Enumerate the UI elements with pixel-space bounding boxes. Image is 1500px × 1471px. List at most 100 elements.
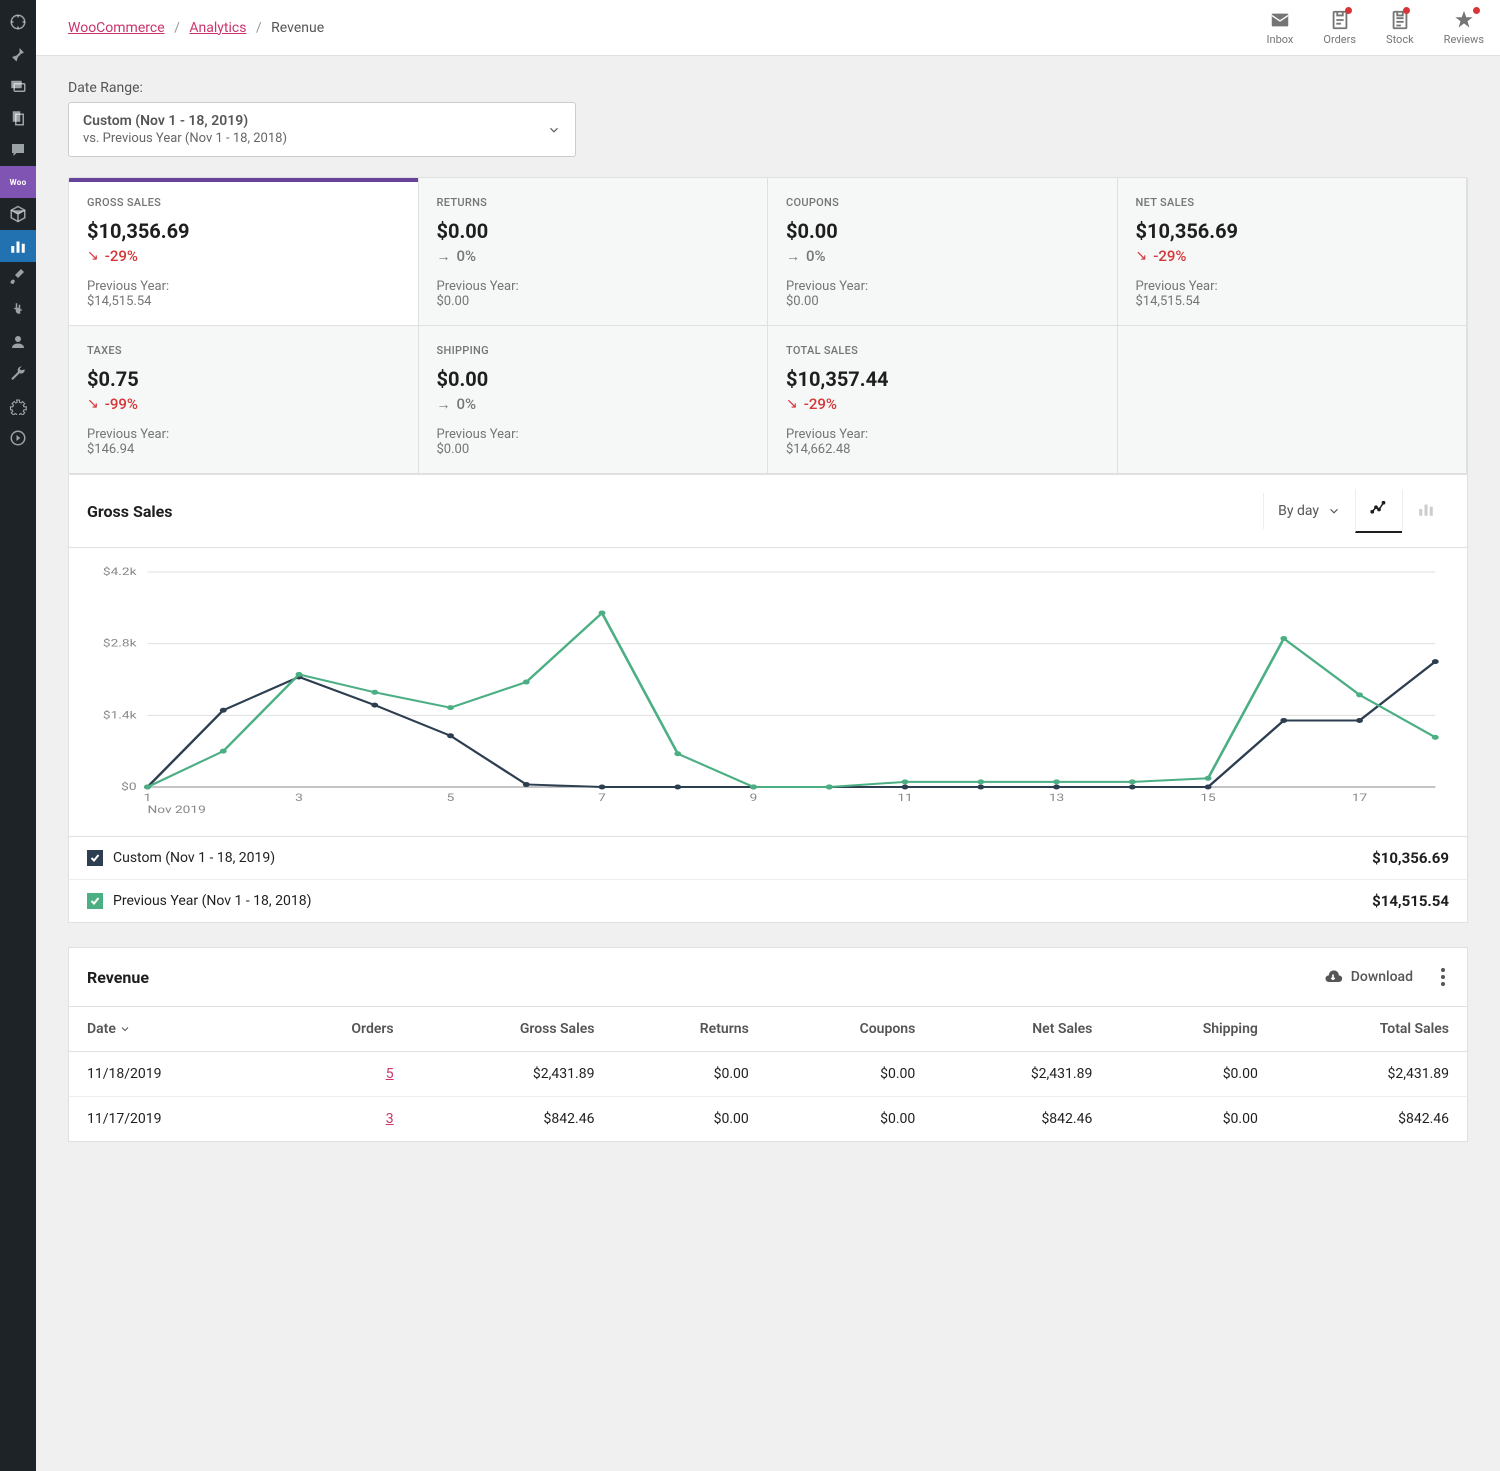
header-stock[interactable]: Stock [1386,9,1414,46]
header-inbox[interactable]: Inbox [1267,9,1294,46]
dashboard-icon [9,13,27,31]
chart-type-bar[interactable] [1402,490,1449,532]
date-range-picker[interactable]: Custom (Nov 1 - 18, 2019) vs. Previous Y… [68,102,576,157]
date-range-compare: vs. Previous Year (Nov 1 - 18, 2018) [83,131,287,146]
chart-type-line[interactable] [1355,489,1402,533]
wrench-icon [9,365,27,383]
legend-current[interactable]: Custom (Nov 1 - 18, 2019) $10,356.69 [69,837,1467,879]
svg-text:$1.4k: $1.4k [103,709,138,721]
kpi-value: $0.00 [786,219,1099,243]
arrow-downright-icon: ↘ [1136,248,1148,264]
kpi-label: TAXES [87,344,400,357]
kpi-prev-value: $0.00 [437,442,750,457]
kpi-prev-label: Previous Year: [786,427,1099,442]
cell-returns: $0.00 [612,1052,766,1097]
cell-coupons: $0.00 [767,1097,934,1142]
kpi-delta: →0% [786,247,1099,265]
kpi-prev-label: Previous Year: [87,279,400,294]
cell-net: $842.46 [933,1097,1110,1142]
kpi-prev-value: $0.00 [437,294,750,309]
column-header[interactable]: Net Sales [933,1007,1110,1052]
cell-total: $842.46 [1276,1097,1467,1142]
kpi-value: $10,356.69 [87,219,400,243]
column-header[interactable]: Date [69,1007,270,1052]
sidebar-item-appearance[interactable] [0,262,36,294]
sidebar-item-analytics[interactable] [0,230,36,262]
header-inbox-label: Inbox [1267,33,1294,46]
cell-gross: $842.46 [412,1097,613,1142]
kpi-net-sales[interactable]: NET SALES $10,356.69 ↘-29% Previous Year… [1118,178,1468,326]
svg-text:9: 9 [750,792,758,804]
orders-link[interactable]: 3 [386,1111,394,1127]
main: WooCommerce / Analytics / Revenue Inbox … [36,0,1500,1166]
kpi-gross-sales[interactable]: GROSS SALES $10,356.69 ↘-29% Previous Ye… [69,178,419,326]
revenue-table: Date OrdersGross SalesReturnsCouponsNet … [69,1007,1467,1141]
kpi-delta: ↘-29% [1136,247,1449,265]
sidebar-item-tools[interactable] [0,358,36,390]
header-reviews[interactable]: Reviews [1444,9,1484,46]
sidebar-item-woocommerce[interactable]: Woo [0,166,36,198]
sidebar-item-plugins[interactable] [0,294,36,326]
cell-total: $2,431.89 [1276,1052,1467,1097]
sidebar-item-users[interactable] [0,326,36,358]
column-header[interactable]: Gross Sales [412,1007,613,1052]
table-row: 11/17/20193$842.46$0.00$0.00$842.46$0.00… [69,1097,1467,1142]
sidebar-item-pin[interactable] [0,38,36,70]
kpi-prev-value: $14,515.54 [1136,294,1449,309]
cell-orders: 5 [270,1052,412,1097]
table-actions: Download [1323,964,1449,990]
header-reviews-label: Reviews [1444,33,1484,46]
svg-text:3: 3 [295,792,303,804]
svg-text:$2.8k: $2.8k [103,637,138,649]
breadcrumb-root[interactable]: WooCommerce [68,20,165,36]
sidebar-item-collapse[interactable] [0,422,36,454]
sidebar-item-settings[interactable] [0,390,36,422]
sidebar-item-media[interactable] [0,70,36,102]
line-chart-icon [1370,499,1388,517]
kpi-taxes[interactable]: TAXES $0.75 ↘-99% Previous Year: $146.94 [69,326,419,474]
column-header[interactable]: Shipping [1110,1007,1276,1052]
date-range-title: Custom (Nov 1 - 18, 2019) [83,113,287,129]
woo-icon: Woo [10,178,27,187]
sidebar-item-comments[interactable] [0,134,36,166]
badge-dot [1403,7,1410,14]
kpi-total-sales[interactable]: TOTAL SALES $10,357.44 ↘-29% Previous Ye… [768,326,1118,474]
column-header[interactable]: Returns [612,1007,766,1052]
header-orders-label: Orders [1323,33,1356,46]
svg-text:15: 15 [1200,792,1216,804]
collapse-icon [9,429,27,447]
kpi-coupons[interactable]: COUPONS $0.00 →0% Previous Year: $0.00 [768,178,1118,326]
topbar: WooCommerce / Analytics / Revenue Inbox … [36,0,1500,56]
sidebar-item-pages[interactable] [0,102,36,134]
arrow-downright-icon: ↘ [87,248,99,264]
kpi-prev-label: Previous Year: [786,279,1099,294]
chart-interval-select[interactable]: By day [1263,493,1355,529]
header-orders[interactable]: Orders [1323,9,1356,46]
sidebar-item-dashboard[interactable] [0,6,36,38]
checkbox-icon [87,893,103,909]
revenue-table-card: Revenue Download Date OrdersGross SalesR… [68,947,1468,1142]
breadcrumb-section[interactable]: Analytics [189,20,246,36]
column-header[interactable]: Coupons [767,1007,934,1052]
download-button[interactable]: Download [1323,967,1413,987]
admin-sidebar: Woo [0,0,36,1471]
kpi-returns[interactable]: RETURNS $0.00 →0% Previous Year: $0.00 [419,178,769,326]
sidebar-item-products[interactable] [0,198,36,230]
box-icon [9,205,27,223]
table-title: Revenue [87,968,149,987]
column-header[interactable]: Total Sales [1276,1007,1467,1052]
table-options-menu[interactable] [1437,964,1449,990]
media-icon [9,77,27,95]
cell-date: 11/18/2019 [69,1052,270,1097]
chart-controls: By day [1263,489,1449,533]
orders-link[interactable]: 5 [386,1066,394,1082]
cell-returns: $0.00 [612,1097,766,1142]
cell-gross: $2,431.89 [412,1052,613,1097]
arrow-right-icon: → [786,248,800,265]
legend-prev[interactable]: Previous Year (Nov 1 - 18, 2018) $14,515… [69,879,1467,922]
column-header[interactable]: Orders [270,1007,412,1052]
pages-icon [9,109,27,127]
comment-icon [9,141,27,159]
download-icon [1323,967,1343,987]
kpi-shipping[interactable]: SHIPPING $0.00 →0% Previous Year: $0.00 [419,326,769,474]
